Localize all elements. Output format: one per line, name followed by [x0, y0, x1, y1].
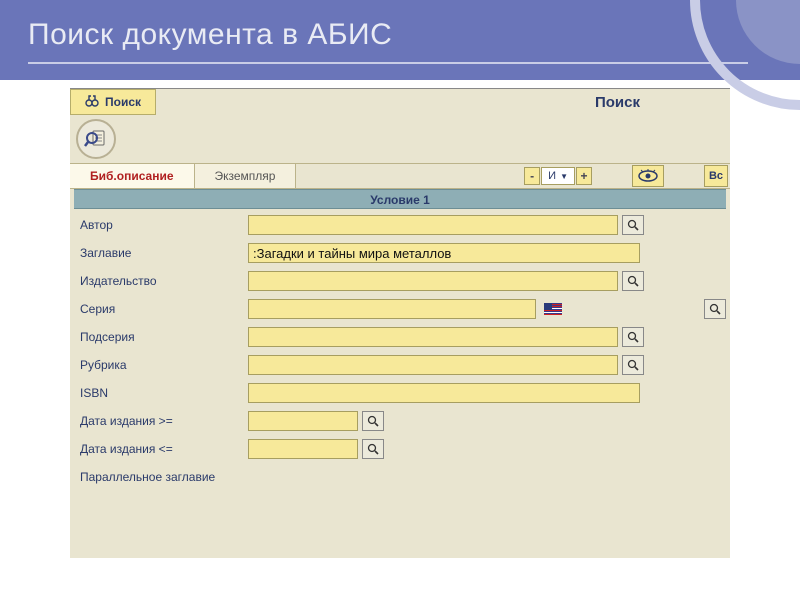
field-label: Серия [74, 302, 244, 316]
subseries-lookup-button[interactable] [622, 327, 644, 347]
author-input[interactable] [248, 215, 618, 235]
binoculars-icon [85, 94, 99, 110]
logic-operator-select[interactable]: И ▼ [541, 167, 575, 185]
magnifier-icon [627, 275, 639, 287]
magnifier-icon [709, 303, 721, 315]
mode-tab-exemplar[interactable]: Экземпляр [195, 164, 297, 188]
field-row-parallel-title: Параллельное заглавие [74, 463, 726, 491]
logic-minus-button[interactable]: - [524, 167, 540, 185]
logic-plus-button[interactable]: + [576, 167, 592, 185]
series-input[interactable] [248, 299, 536, 319]
decorative-arc-icon [670, 0, 800, 130]
field-label: Дата издания <= [74, 442, 244, 456]
magnifier-icon [627, 331, 639, 343]
preview-button[interactable] [632, 165, 664, 187]
tab-search-label: Поиск [105, 95, 141, 109]
publisher-input[interactable] [248, 271, 618, 291]
logic-operator-cluster: - И ▼ + [524, 167, 592, 185]
condition-header: Условие 1 [74, 189, 726, 209]
slide-title: Поиск документа в АБИС [28, 18, 748, 64]
field-label: Параллельное заглавие [74, 470, 244, 484]
publisher-lookup-button[interactable] [622, 271, 644, 291]
field-label: Рубрика [74, 358, 244, 372]
field-row-rubric: Рубрика [74, 351, 726, 379]
field-label: Автор [74, 218, 244, 232]
field-row-series: Серия [74, 295, 726, 323]
mode-bar: Биб.описание Экземпляр - И ▼ + [70, 163, 730, 189]
date-lte-lookup-button[interactable] [362, 439, 384, 459]
date-gte-input[interactable] [248, 411, 358, 431]
date-gte-lookup-button[interactable] [362, 411, 384, 431]
flag-icon [544, 303, 562, 315]
field-row-date-gte: Дата издания >= [74, 407, 726, 435]
toolbar [70, 115, 730, 163]
field-label: Подсерия [74, 330, 244, 344]
search-document-button[interactable] [76, 119, 116, 159]
rubric-input[interactable] [248, 355, 618, 375]
slide-header: Поиск документа в АБИС [0, 0, 800, 80]
field-label: Дата издания >= [74, 414, 244, 428]
field-row-title: Заглавие [74, 239, 726, 267]
field-row-date-lte: Дата издания <= [74, 435, 726, 463]
title-input[interactable] [248, 243, 640, 263]
series-lookup-button[interactable] [704, 299, 726, 319]
magnifier-icon [367, 443, 379, 455]
field-label: ISBN [74, 386, 244, 400]
magnifier-document-icon [83, 126, 109, 152]
field-row-subseries: Подсерия [74, 323, 726, 351]
field-label: Издательство [74, 274, 244, 288]
search-form: Автор Заглавие Издательство Серия [70, 209, 730, 493]
field-label: Заглавие [74, 246, 244, 260]
chevron-down-icon: ▼ [560, 172, 568, 181]
field-row-isbn: ISBN [74, 379, 726, 407]
tab-search[interactable]: Поиск [70, 89, 156, 115]
magnifier-icon [627, 219, 639, 231]
top-tab-strip: Поиск Поиск [70, 89, 730, 115]
eye-icon [637, 169, 659, 183]
magnifier-icon [627, 359, 639, 371]
magnifier-icon [367, 415, 379, 427]
rubric-lookup-button[interactable] [622, 355, 644, 375]
app-window: Поиск Поиск Биб.описание Экземпляр - [70, 88, 730, 558]
mode-tab-bib-description[interactable]: Биб.описание [70, 164, 195, 188]
date-lte-input[interactable] [248, 439, 358, 459]
isbn-input[interactable] [248, 383, 640, 403]
field-row-publisher: Издательство [74, 267, 726, 295]
author-lookup-button[interactable] [622, 215, 644, 235]
all-button[interactable]: Вс [704, 165, 728, 187]
field-row-author: Автор [74, 211, 726, 239]
subseries-input[interactable] [248, 327, 618, 347]
